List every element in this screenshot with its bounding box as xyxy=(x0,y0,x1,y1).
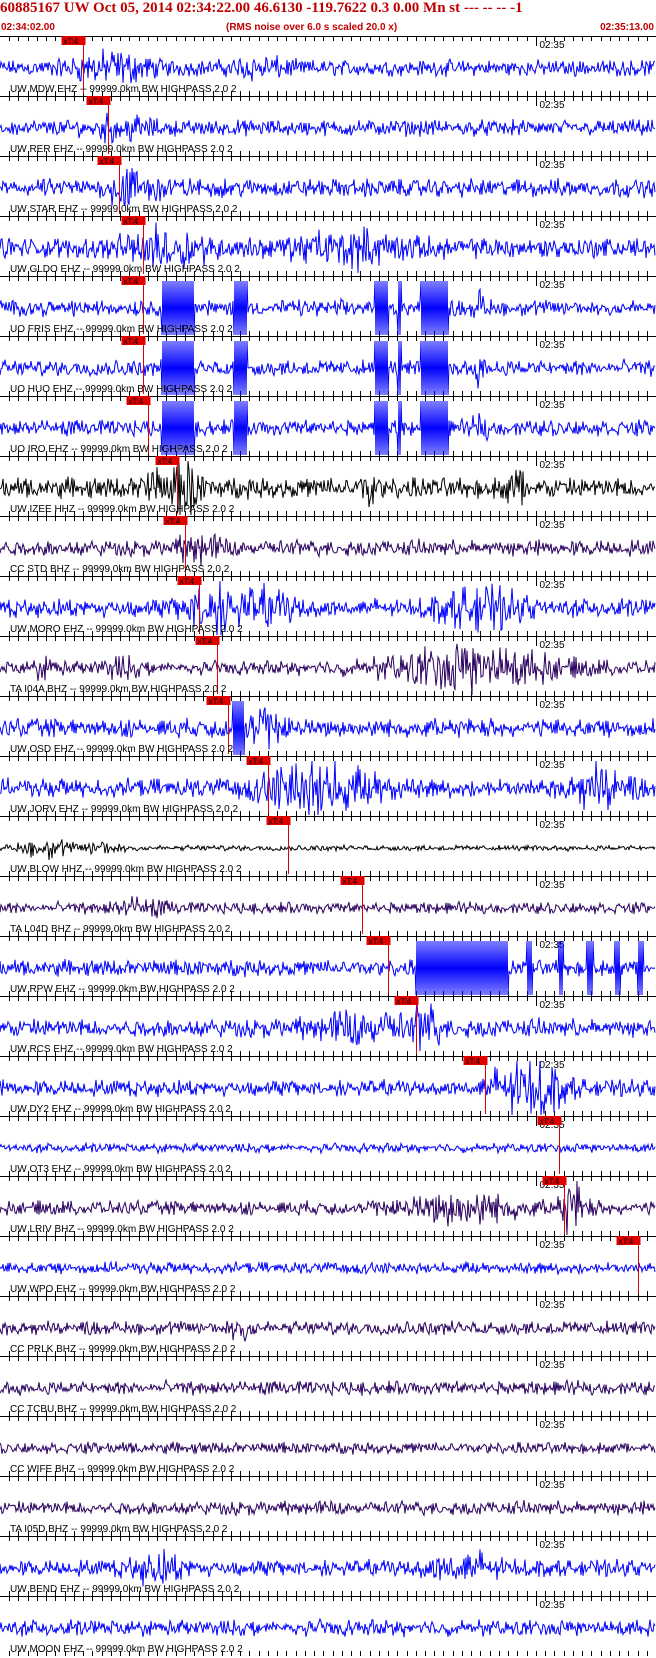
end-time-label: 02:35:13.00 xyxy=(600,22,654,33)
minute-label: 02:35 xyxy=(540,280,565,291)
channel-label: CC STD BHZ -- 99999.0km BW HIGHPASS 2.0 … xyxy=(10,564,230,575)
minute-label: 02:35 xyxy=(540,760,565,771)
minute-label: 02:35 xyxy=(540,880,565,891)
pick-label: xT:4 xyxy=(124,277,139,286)
waveform-trace xyxy=(0,839,656,861)
minute-label: 02:35 xyxy=(540,820,565,831)
channel-label: UW JORV EHZ -- 99999.0km BW HIGHPASS 2.0… xyxy=(10,804,238,815)
pick-label: xT:4 xyxy=(198,637,213,646)
pick-label: xT:4 xyxy=(124,217,139,226)
pick-label: xT:4 xyxy=(343,877,358,886)
plot-header: 60885167 UW Oct 05, 2014 02:34:22.00 46.… xyxy=(0,0,656,36)
channel-label: UW RER EHZ -- 99999.0km BW HIGHPASS 2.0 … xyxy=(10,144,233,155)
waveform-trace xyxy=(0,1499,656,1517)
waveform-trace xyxy=(0,112,656,144)
channel-label: UW MOON EHZ -- 99999.0km BW HIGHPASS 2.0… xyxy=(10,1644,243,1655)
minute-label: 02:35 xyxy=(540,1600,565,1611)
channel-label: UW IZEE HHZ -- 99999.0km BW HIGHPASS 2.0… xyxy=(10,504,235,515)
waveform-trace xyxy=(0,168,656,207)
channel-label: UW BEND EHZ -- 99999.0km BW HIGHPASS 2.0… xyxy=(10,1584,240,1595)
rms-noise-subtitle: (RMS noise over 6.0 s scaled 20.0 x) xyxy=(226,22,398,33)
waveform-trace xyxy=(0,1617,656,1638)
pick-label: xT:4 xyxy=(619,1237,634,1246)
channel-label: UW MORO EHZ -- 99999.0km BW HIGHPASS 2.0… xyxy=(10,624,243,635)
seismogram-plot: 02:35 xT:4 UW MDW EHZ -- 99999.0km BW HIGH… xyxy=(0,36,656,1656)
minute-label: 02:35 xyxy=(540,580,565,591)
pick-label: xT:4 xyxy=(397,997,412,1006)
channel-label: UO FRIS EHZ -- 99999.0km BW HIGHPASS 2.0… xyxy=(10,324,233,335)
minute-label: 02:35 xyxy=(540,1000,565,1011)
channel-label: UW MDW EHZ -- 99999.0km BW HIGHPASS 2.0 … xyxy=(10,84,237,95)
waveform-trace xyxy=(0,1141,656,1155)
minute-label: 02:35 xyxy=(540,220,565,231)
minute-label: 02:35 xyxy=(540,700,565,711)
channel-label: UW STAR EHZ -- 99999.0km BW HIGHPASS 2.0… xyxy=(10,204,238,215)
minute-label: 02:35 xyxy=(540,400,565,411)
minute-label: 02:35 xyxy=(540,40,565,51)
minute-label: 02:35 xyxy=(540,340,565,351)
channel-label: UW GLDO EHZ -- 99999.0km BW HIGHPASS 2.0… xyxy=(10,264,240,275)
channel-label: CC WIFE BHZ -- 99999.0km BW HIGHPASS 2.0… xyxy=(10,1464,235,1475)
pick-label: xT:4 xyxy=(209,697,224,706)
pick-label: xT:4 xyxy=(129,397,144,406)
start-time-label: 02:34:02.00 xyxy=(1,22,55,33)
pick-label: xT:4 xyxy=(269,817,284,826)
minute-label: 02:35 xyxy=(540,1540,565,1551)
minute-label: 02:35 xyxy=(540,520,565,531)
minute-label: 02:35 xyxy=(540,460,565,471)
channel-label: UW LRIV BHZ -- 99999.0km BW HIGHPASS 2.0… xyxy=(10,1224,234,1235)
pick-label: xT:4 xyxy=(166,517,181,526)
waveform-trace xyxy=(0,1378,656,1397)
channel-label: UW WPO EHZ -- 99999.0km BW HIGHPASS 2.0 … xyxy=(10,1284,236,1295)
pick-label: xT:4 xyxy=(540,1117,555,1126)
minute-label: 02:35 xyxy=(540,640,565,651)
pick-label: xT:4 xyxy=(545,1177,560,1186)
channel-label: UW DY2 EHZ -- 99999.0km BW HIGHPASS 2.0 … xyxy=(10,1104,231,1115)
pick-label: xT:4 xyxy=(64,37,79,46)
minute-label: 02:35 xyxy=(540,1480,565,1491)
pick-label: xT:4 xyxy=(158,457,173,466)
channel-label: UO HUO EHZ -- 99999.0km BW HIGHPASS 2.0 … xyxy=(10,384,233,395)
waveform-trace xyxy=(0,1548,656,1587)
pick-label: xT:4 xyxy=(249,757,264,766)
channel-label: UW BLOW HHZ -- 99999.0km BW HIGHPASS 2.0… xyxy=(10,864,242,875)
waveform-trace xyxy=(0,48,656,84)
pick-label: xT:4 xyxy=(180,577,195,586)
waveform-trace xyxy=(0,1320,656,1342)
pick-label: xT:4 xyxy=(124,337,139,346)
waveform-trace xyxy=(0,1260,656,1276)
waveform-trace xyxy=(0,1441,656,1456)
channel-label: UW OT3 EHZ -- 99999.0km BW HIGHPASS 2.0 … xyxy=(10,1164,231,1175)
event-title: 60885167 UW Oct 05, 2014 02:34:22.00 46.… xyxy=(0,0,523,16)
channel-label: TA L04D BHZ -- 99999.0km BW HIGHPASS 2.0… xyxy=(10,924,231,935)
waveform-trace xyxy=(0,532,656,567)
channel-label: UO IRO EHZ -- 99999.0km BW HIGHPASS 2.0 … xyxy=(10,444,228,455)
minute-label: 02:35 xyxy=(540,100,565,111)
minute-label: 02:35 xyxy=(540,1360,565,1371)
channel-label: CC PRLK BHZ -- 99999.0km BW HIGHPASS 2.0… xyxy=(10,1344,236,1355)
pick-label: xT:4 xyxy=(369,937,384,946)
channel-label: CC TCBU BHZ -- 99999.0km BW HIGHPASS 2.0… xyxy=(10,1404,237,1415)
channel-label: TA I05D BHZ -- 99999.0km BW HIGHPASS 2.0… xyxy=(10,1524,228,1535)
channel-label: UW RPW EHZ -- 99999.0km BW HIGHPASS 2.0 … xyxy=(10,984,235,995)
waveform-trace xyxy=(0,896,656,919)
minute-label: 02:35 xyxy=(540,160,565,171)
minute-label: 02:35 xyxy=(540,1240,565,1251)
minute-label: 02:35 xyxy=(540,1300,565,1311)
pick-label: xT:4 xyxy=(100,157,115,166)
channel-label: TA I04A BHZ -- 99999.0km BW HIGHPASS 2.0… xyxy=(10,684,227,695)
channel-label: UW OSD EHZ -- 99999.0km BW HIGHPASS 2.0 … xyxy=(10,744,234,755)
channel-label: UW RCS EHZ -- 99999.0km BW HIGHPASS 2.0 … xyxy=(10,1044,233,1055)
pick-label: xT:4 xyxy=(466,1057,481,1066)
minute-label: 02:35 xyxy=(540,1420,565,1431)
pick-label: xT:4 xyxy=(89,97,104,106)
